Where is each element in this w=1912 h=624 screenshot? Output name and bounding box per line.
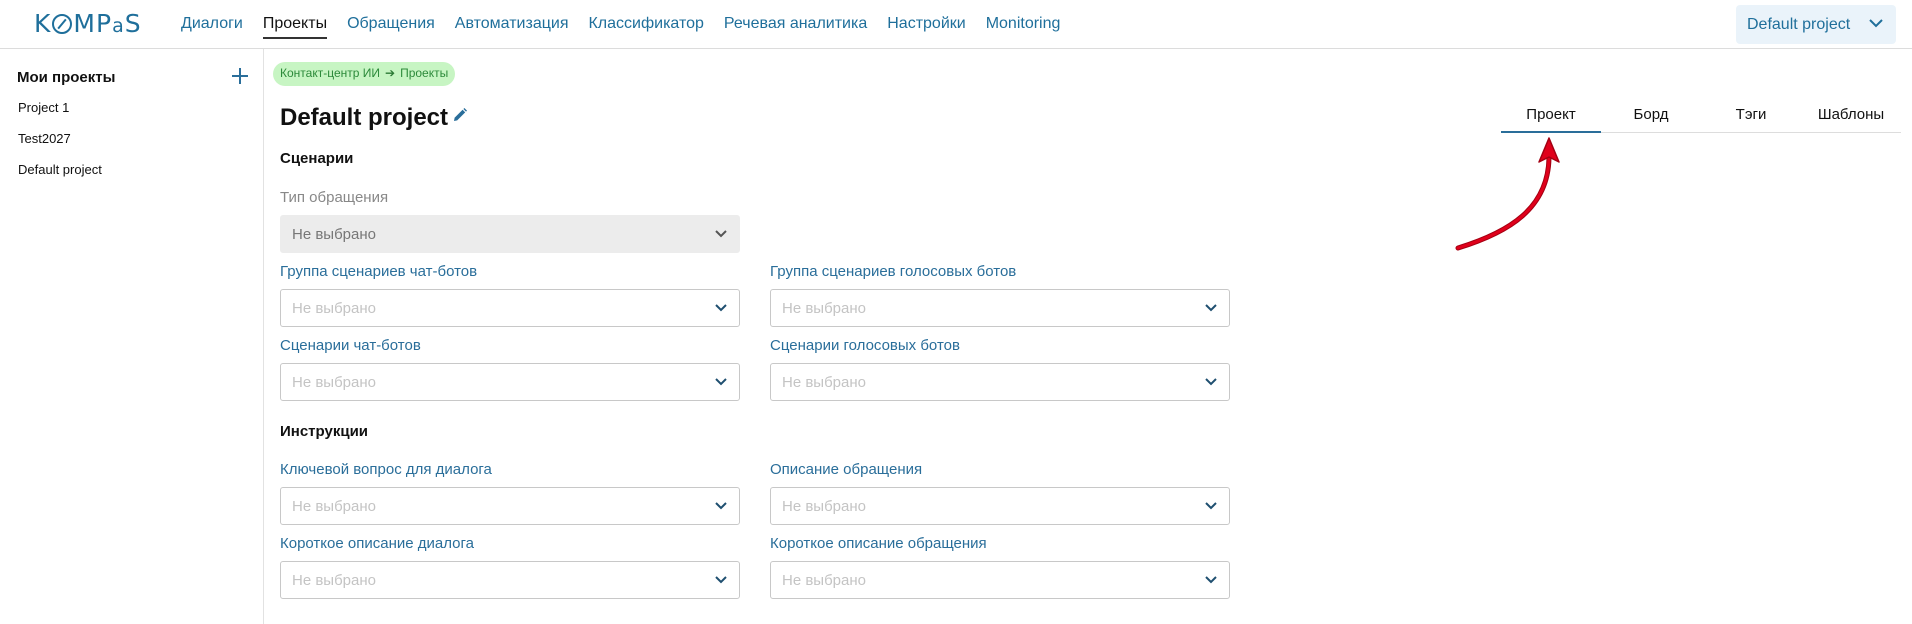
chevron-down-icon	[715, 304, 727, 312]
pencil-icon[interactable]	[452, 107, 468, 123]
nav-automation[interactable]: Автоматизация	[455, 15, 569, 39]
short-request-description-label: Короткое описание обращения	[770, 535, 987, 552]
chevron-down-icon	[715, 576, 727, 584]
nav-dialogs[interactable]: Диалоги	[181, 15, 243, 39]
chevron-down-icon	[1869, 19, 1883, 28]
tab-tags[interactable]: Тэги	[1701, 103, 1801, 133]
voicebot-group-value: Не выбрано	[782, 300, 866, 317]
chevron-down-icon	[715, 230, 727, 238]
voicebot-group-label: Группа сценариев голосовых ботов	[770, 263, 1017, 280]
request-type-value: Не выбрано	[292, 226, 376, 243]
voicebot-scenarios-select[interactable]: Не выбрано	[770, 363, 1230, 401]
chatbot-scenarios-label: Сценарии чат-ботов	[280, 337, 421, 354]
sidebar-item-project-1[interactable]: Project 1	[18, 100, 102, 131]
project-tabs: Проект Борд Тэги Шаблоны	[1501, 103, 1901, 133]
sidebar-item-test2027[interactable]: Test2027	[18, 131, 102, 162]
nav-projects[interactable]: Проекты	[262, 15, 328, 39]
voicebot-scenarios-label: Сценарии голосовых ботов	[770, 337, 960, 354]
short-request-description-select[interactable]: Не выбрано	[770, 561, 1230, 599]
tab-board[interactable]: Борд	[1601, 103, 1701, 133]
add-project-icon[interactable]	[229, 65, 251, 87]
request-description-select[interactable]: Не выбрано	[770, 487, 1230, 525]
request-description-value: Не выбрано	[782, 498, 866, 515]
breadcrumb-root[interactable]: Контакт-центр ИИ	[280, 66, 380, 80]
chevron-down-icon	[715, 378, 727, 386]
section-instructions-title: Инструкции	[280, 423, 369, 440]
sidebar-title: Мои проекты	[17, 69, 116, 86]
top-navigation-bar: K MPaS Диалоги Проекты Обращения Автомати…	[0, 0, 1912, 49]
sidebar-item-default-project[interactable]: Default project	[18, 162, 102, 193]
compass-icon	[52, 14, 73, 34]
page-title: Default project	[280, 104, 449, 131]
chatbot-group-value: Не выбрано	[292, 300, 376, 317]
key-question-value: Не выбрано	[292, 498, 376, 515]
nav-requests[interactable]: Обращения	[347, 15, 435, 39]
nav-monitoring[interactable]: Monitoring	[986, 15, 1061, 39]
voicebot-group-select[interactable]: Не выбрано	[770, 289, 1230, 327]
chevron-down-icon	[1205, 304, 1217, 312]
project-list: Project 1 Test2027 Default project	[18, 100, 102, 193]
key-question-select[interactable]: Не выбрано	[280, 487, 740, 525]
chevron-down-icon	[1205, 502, 1217, 510]
section-scenarios-title: Сценарии	[280, 150, 354, 167]
chevron-down-icon	[1205, 576, 1217, 584]
request-description-label: Описание обращения	[770, 461, 923, 478]
arrow-right-icon: ➔	[385, 66, 396, 80]
tab-project[interactable]: Проект	[1501, 103, 1601, 133]
nav-classifier[interactable]: Классификатор	[588, 15, 703, 39]
chatbot-group-select[interactable]: Не выбрано	[280, 289, 740, 327]
breadcrumb: Контакт-центр ИИ ➔ Проекты	[273, 62, 456, 86]
request-type-label: Тип обращения	[280, 189, 389, 206]
short-request-description-value: Не выбрано	[782, 572, 866, 589]
projects-sidebar: Мои проекты Project 1 Test2027 Default p…	[0, 49, 264, 624]
chevron-down-icon	[715, 502, 727, 510]
chatbot-group-label: Группа сценариев чат-ботов	[280, 263, 478, 280]
request-type-select: Не выбрано	[280, 215, 740, 253]
project-selector[interactable]: Default project	[1736, 5, 1896, 44]
annotation-arrow-icon	[1455, 137, 1560, 251]
chevron-down-icon	[1205, 378, 1217, 386]
chatbot-scenarios-value: Не выбрано	[292, 374, 376, 391]
chatbot-scenarios-select[interactable]: Не выбрано	[280, 363, 740, 401]
short-dialog-description-label: Короткое описание диалога	[280, 535, 474, 552]
key-question-label: Ключевой вопрос для диалога	[280, 461, 492, 478]
voicebot-scenarios-value: Не выбрано	[782, 374, 866, 391]
breadcrumb-current[interactable]: Проекты	[400, 66, 448, 80]
tab-templates[interactable]: Шаблоны	[1801, 103, 1901, 133]
kompas-logo[interactable]: K MPaS	[34, 9, 142, 38]
project-selector-value: Default project	[1747, 16, 1851, 33]
nav-settings[interactable]: Настройки	[887, 15, 965, 39]
short-dialog-description-select[interactable]: Не выбрано	[280, 561, 740, 599]
nav-speech-analytics[interactable]: Речевая аналитика	[724, 15, 867, 39]
main-nav: Диалоги Проекты Обращения Автоматизация …	[181, 15, 1080, 39]
short-dialog-description-value: Не выбрано	[292, 572, 376, 589]
